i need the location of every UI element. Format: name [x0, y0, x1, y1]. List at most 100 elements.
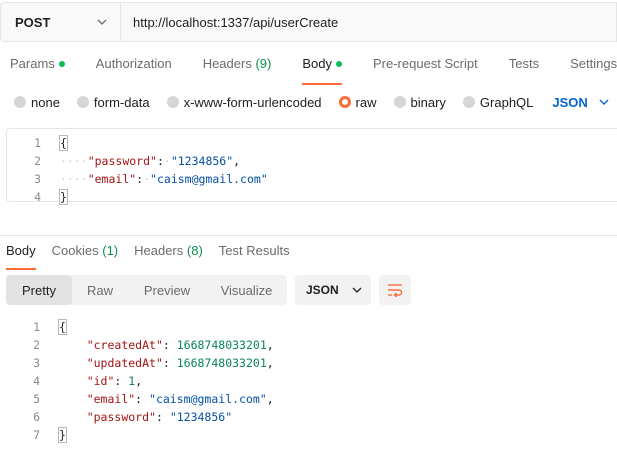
code-text: } — [41, 189, 68, 205]
open-brace: { — [59, 135, 68, 151]
tab-label: Params — [10, 56, 55, 71]
close-brace: } — [59, 189, 68, 205]
view-raw-button[interactable]: Raw — [72, 275, 128, 305]
response-format-label: JSON — [306, 283, 339, 297]
tab-test-results[interactable]: Test Results — [219, 243, 290, 265]
code-text: { — [41, 135, 68, 151]
status-dot — [335, 60, 342, 67]
section-divider — [0, 235, 617, 236]
json-key: "password" — [86, 410, 156, 424]
code-line: 3 ····"email":·"caism@gmail.com" — [7, 170, 617, 188]
close-brace: } — [58, 427, 67, 443]
response-format-select[interactable]: JSON — [295, 275, 371, 305]
code-line: 7 } — [6, 426, 617, 444]
code-text: "password": "1234856" — [86, 410, 233, 424]
line-number: 4 — [33, 374, 40, 388]
radio-none[interactable]: none — [14, 95, 60, 110]
request-body-editor[interactable]: 1 { 2 ····"password":·"1234856", 3 ····"… — [6, 128, 617, 205]
json-key: "email" — [86, 392, 136, 406]
code-line: 2 "createdAt": 1668748033201, — [6, 336, 617, 354]
radio-circle — [393, 96, 406, 108]
tab-authorization[interactable]: Authorization — [96, 56, 172, 78]
code-line: 3 "updatedAt": 1668748033201, — [6, 354, 617, 372]
radio-x-www-form-urlencoded[interactable]: x-www-form-urlencoded — [166, 94, 322, 110]
json-value: 1 — [128, 374, 136, 388]
wrap-lines-icon — [388, 284, 403, 297]
body-language-select[interactable]: JSON — [552, 95, 609, 110]
tab-params[interactable]: Params — [10, 56, 65, 78]
method-select[interactable]: POST — [0, 2, 120, 42]
tab-response-headers[interactable]: Headers (8) — [134, 243, 203, 265]
line-number: 7 — [33, 428, 40, 442]
radio-form-data[interactable]: form-data — [76, 94, 150, 110]
code-line: 1 { — [6, 318, 617, 336]
radio-label: GraphQL — [479, 94, 534, 110]
code-line: 4 } — [7, 188, 617, 206]
tab-settings[interactable]: Settings — [570, 56, 617, 78]
body-language-label: JSON — [552, 94, 588, 110]
code-text: ····"email":·"caism@gmail.com" — [60, 172, 268, 186]
url-text: http://localhost:1337/api/userCreate — [133, 14, 339, 30]
json-key: "createdAt" — [86, 338, 163, 352]
code-text: "email": "caism@gmail.com", — [86, 392, 274, 406]
radio-raw[interactable]: raw — [338, 94, 377, 110]
response-body-viewer: 1 { 2 "createdAt": 1668748033201, 3 "upd… — [6, 318, 617, 448]
tab-response-body[interactable]: Body — [6, 243, 36, 270]
code-line: 2 ····"password":·"1234856", — [7, 152, 617, 170]
radio-label: none — [31, 94, 60, 110]
tab-label: Cookies — [51, 243, 99, 258]
radio-circle — [14, 96, 26, 108]
response-view-segmented: Pretty Raw Preview Visualize — [6, 275, 287, 305]
view-preview-button[interactable]: Preview — [128, 275, 206, 305]
json-key: "updatedAt" — [86, 356, 163, 370]
radio-circle — [76, 96, 89, 108]
json-key: "id" — [86, 374, 115, 388]
line-number: 3 — [33, 356, 40, 370]
json-key: "password" — [87, 154, 157, 168]
radio-binary[interactable]: binary — [393, 94, 446, 110]
radio-circle — [338, 96, 351, 108]
tab-pre-request-script[interactable]: Pre-request Script — [373, 56, 478, 78]
radio-label: x-www-form-urlencoded — [183, 94, 322, 110]
tab-cookies[interactable]: Cookies (1) — [52, 243, 118, 265]
line-number: 5 — [33, 392, 40, 406]
view-pretty-button[interactable]: Pretty — [6, 275, 72, 305]
tab-label: Body — [302, 56, 332, 71]
radio-label: binary — [410, 94, 446, 110]
json-key: "email" — [87, 172, 137, 186]
url-input[interactable]: http://localhost:1337/api/userCreate — [120, 2, 617, 42]
json-value: 1668748033201 — [176, 356, 267, 370]
line-number: 1 — [34, 136, 41, 150]
tab-body[interactable]: Body — [302, 56, 342, 85]
tab-label: Tests — [508, 56, 540, 71]
tab-label: Headers — [134, 243, 184, 258]
response-tabs: Body Cookies (1) Headers (8) Test Result… — [6, 243, 306, 270]
tab-label: Body — [6, 243, 36, 258]
radio-label: form-data — [93, 94, 150, 110]
code-text: "updatedAt": 1668748033201, — [86, 356, 274, 370]
code-text: } — [40, 427, 67, 443]
url-bar: POST http://localhost:1337/api/userCreat… — [0, 2, 617, 42]
radio-label: raw — [355, 94, 377, 110]
radio-graphql[interactable]: GraphQL — [462, 94, 534, 110]
line-number: 2 — [34, 154, 41, 168]
view-visualize-button[interactable]: Visualize — [206, 275, 287, 305]
body-type-options: none form-data x-www-form-urlencoded raw… — [14, 93, 610, 111]
code-line: 6 "password": "1234856" — [6, 408, 617, 426]
code-text: "createdAt": 1668748033201, — [86, 338, 274, 352]
tab-tests[interactable]: Tests — [509, 56, 539, 78]
code-text: ····"password":·"1234856", — [60, 154, 241, 168]
json-value: 1668748033201 — [176, 338, 267, 352]
tab-label: Headers — [202, 56, 252, 71]
json-value: "caism@gmail.com" — [150, 172, 268, 186]
open-brace: { — [58, 319, 67, 335]
radio-circle — [166, 96, 179, 108]
line-number: 4 — [34, 190, 41, 204]
chevron-down-icon — [97, 19, 107, 25]
line-number: 1 — [33, 320, 40, 334]
tab-headers[interactable]: Headers (9) — [203, 56, 272, 78]
json-value: "1234856" — [170, 154, 234, 168]
wrap-lines-button[interactable] — [379, 275, 411, 305]
line-number: 2 — [33, 338, 40, 352]
code-line: 4 "id": 1, — [6, 372, 617, 390]
